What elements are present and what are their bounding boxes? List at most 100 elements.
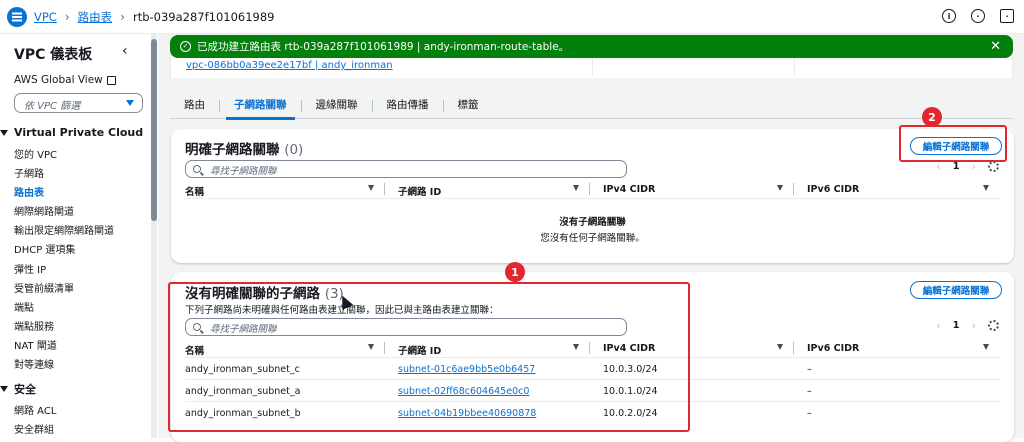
sidebar-item-egress-igw[interactable]: 輸出限定網際網路閘道 [14,222,114,237]
page-number[interactable]: 1 [953,161,960,172]
sidebar: VPC 儀表板 ‹ AWS Global View 依 VPC 篩選 Virtu… [0,34,150,438]
caret-down-icon [126,100,134,106]
flash-message: 已成功建立路由表 rtb-039a287f101061989 | andy-ir… [197,41,570,53]
tab-subnet-associations[interactable]: 子網路關聯 [220,95,301,120]
external-link-icon [106,75,116,85]
top-navigation: VPC › 路由表 › rtb-039a287f101061989 i · · [0,0,1024,34]
sort-down-icon [777,185,783,191]
tab-tags[interactable]: 標籤 [444,95,493,119]
global-view-link[interactable]: AWS Global View [14,74,116,86]
sidebar-item-prefix-lists[interactable]: 受管前綴清單 [14,280,74,295]
search-icon [193,165,201,173]
column-subnet-id[interactable]: 子網路 ID [398,184,441,198]
sidebar-item-security-groups[interactable]: 安全群組 [14,421,54,436]
sidebar-item-subnets[interactable]: 子網路 [14,165,44,180]
column-label: IPv6 CIDR [807,184,860,195]
sidebar-scrollbar[interactable] [151,34,157,438]
annotation-badge-1: 1 [505,262,525,282]
section-vpc[interactable]: Virtual Private Cloud [0,126,143,139]
sidebar-item-eip[interactable]: 彈性 IP [14,261,46,276]
sidebar-item-endpoints[interactable]: 端點 [14,299,34,314]
table-header: 名稱 子網路 ID IPv4 CIDR IPv6 CIDR [185,181,1000,199]
annotation-badge-2: 2 [922,107,942,127]
column-label: 子網路 ID [398,187,442,198]
breadcrumb-route-tables[interactable]: 路由表 [78,9,113,25]
chevron-left-icon[interactable]: ‹ [936,319,940,332]
annotation-box-1 [168,282,690,432]
column-label: IPv6 CIDR [807,343,860,354]
edit-subnet-associations-button[interactable]: 編輯子網路關聯 [910,281,1002,299]
chevron-right-icon: › [120,10,125,24]
tab-edge-associations[interactable]: 邊緣關聯 [302,95,372,119]
column-divider [793,183,794,195]
breadcrumb-current: rtb-039a287f101061989 [132,10,275,24]
success-flash: ✓ 已成功建立路由表 rtb-039a287f101061989 | andy-… [170,35,1013,58]
sidebar-title: VPC 儀表板 [14,47,93,63]
column-label: 名稱 [185,187,205,198]
sidebar-item-dhcp[interactable]: DHCP 選項集 [14,241,75,256]
sidebar-item-igw[interactable]: 網際網路閘道 [14,203,74,218]
empty-state-desc: 您沒有任何子網路關聯。 [540,233,645,244]
column-ipv6[interactable]: IPv6 CIDR [807,343,859,354]
menu-icon[interactable] [7,7,27,27]
sort-down-icon [368,185,374,191]
scrollbar-thumb[interactable] [151,39,157,221]
gear-icon[interactable] [988,320,999,331]
tab-routes[interactable]: 路由 [170,95,219,119]
pagination: ‹ 1 › [936,319,999,332]
check-circle-icon: ✓ [180,41,191,52]
caret-down-icon [0,129,8,136]
gear-icon[interactable] [988,161,999,172]
cell-ipv6: – [807,364,812,375]
sidebar-item-your-vpcs[interactable]: 您的 VPC [14,146,57,161]
sidebar-item-peering[interactable]: 對等連線 [14,356,54,371]
tab-bar: 路由 子網路關聯 邊緣關聯 路由傳播 標籤 [170,95,1013,120]
feedback-icon[interactable]: · [1000,9,1014,23]
section-vpc-label: Virtual Private Cloud [14,126,144,139]
section-security[interactable]: 安全 [0,381,36,397]
sidebar-item-route-tables[interactable]: 路由表 [14,184,44,199]
cell-ipv6: – [807,386,812,397]
info-icon[interactable]: i [942,9,956,23]
section-security-label: 安全 [14,383,36,396]
column-divider [793,342,794,354]
panel-title: 明確子網路關聯 (0) [185,138,303,158]
sort-down-icon [573,185,579,191]
sort-down-icon [983,185,989,191]
panel-title-text: 明確子網路關聯 [185,142,280,158]
sidebar-item-nat[interactable]: NAT 閘道 [14,337,57,352]
divider [592,56,593,76]
close-icon[interactable]: ✕ [990,39,1001,54]
collapse-icon[interactable]: ‹ [122,43,128,59]
details-panel: vpc-086bb0a39ee2e17bf | andy_ironman [170,56,1013,78]
settings-icon[interactable]: · [971,9,985,23]
vpc-link[interactable]: vpc-086bb0a39ee2e17bf | andy_ironman [186,60,393,71]
sort-down-icon [983,344,989,350]
global-view-label: AWS Global View [14,74,103,86]
breadcrumb: VPC › 路由表 › rtb-039a287f101061989 [34,9,275,25]
explicit-associations-panel: 明確子網路關聯 (0) 編輯子網路關聯 尋找子網路關聯 ‹ 1 › 名稱 子網路… [171,129,1014,263]
vpc-filter-select[interactable]: 依 VPC 篩選 [14,93,143,113]
column-divider [384,183,385,195]
divider [794,56,795,76]
sidebar-item-endpoint-services[interactable]: 端點服務 [14,318,54,333]
sort-down-icon [777,344,783,350]
breadcrumb-vpc[interactable]: VPC [34,10,57,24]
chevron-right-icon: › [64,10,70,24]
chevron-right-icon[interactable]: › [972,319,976,332]
tab-route-propagation[interactable]: 路由傳播 [373,95,443,119]
column-name[interactable]: 名稱 [185,184,204,198]
panel-count: (0) [284,142,304,158]
cell-ipv6: – [807,408,812,419]
column-ipv6[interactable]: IPv6 CIDR [807,184,859,195]
page-number[interactable]: 1 [953,320,960,331]
search-input[interactable]: 尋找子網路關聯 [185,160,627,178]
top-icons: i · · [942,9,1014,23]
sidebar-item-nacl[interactable]: 網路 ACL [14,402,56,417]
vpc-filter-placeholder: 依 VPC 篩選 [24,101,81,112]
search-placeholder: 尋找子網路關聯 [210,166,277,177]
column-ipv4[interactable]: IPv4 CIDR [603,184,655,195]
column-divider [589,183,590,195]
column-label: IPv4 CIDR [603,184,656,195]
empty-state-title: 沒有子網路關聯 [559,217,626,228]
